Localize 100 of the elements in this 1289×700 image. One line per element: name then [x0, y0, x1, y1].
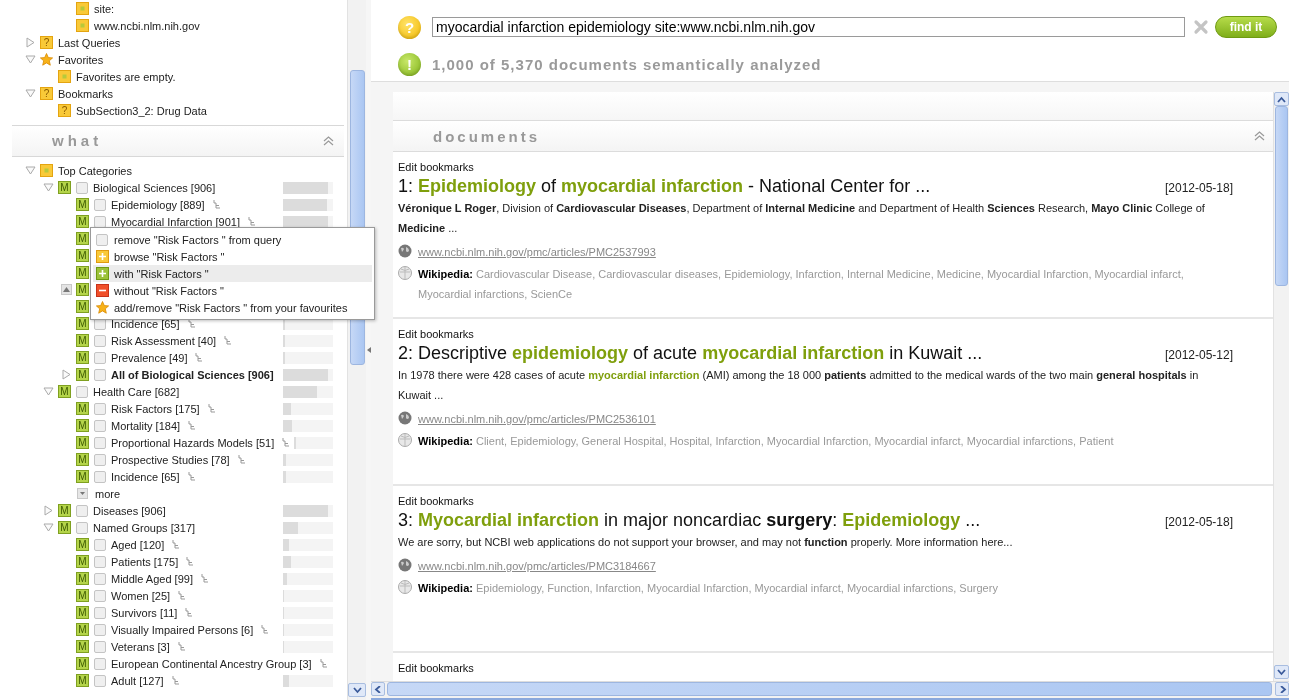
branch-icon[interactable]	[200, 574, 209, 583]
tree-item-label[interactable]: Aged [120]	[111, 538, 165, 551]
tree-item-label[interactable]: Mortality [184]	[111, 419, 181, 432]
edit-bookmarks-link[interactable]: Edit bookmarks	[398, 327, 474, 341]
checkbox[interactable]	[94, 215, 106, 228]
checkbox[interactable]	[94, 589, 106, 602]
branch-icon[interactable]	[207, 404, 216, 413]
checkbox[interactable]	[94, 674, 106, 687]
caret-right-icon[interactable]	[60, 369, 72, 380]
checkbox[interactable]	[94, 657, 106, 670]
result-url[interactable]: www.ncbi.nlm.nih.gov/pmc/articles/PMC2536101	[418, 409, 656, 429]
tree-item-label[interactable]: Survivors [11]	[111, 606, 178, 619]
checkbox[interactable]	[94, 351, 106, 364]
checkbox[interactable]	[94, 436, 106, 449]
collapse-icon[interactable]	[323, 135, 334, 146]
checkbox[interactable]	[94, 368, 106, 381]
branch-icon[interactable]	[187, 472, 196, 481]
branch-icon[interactable]	[212, 200, 221, 209]
tree-item-label[interactable]: Top Categories	[58, 164, 132, 177]
caret-down-icon[interactable]	[42, 182, 54, 193]
result-title[interactable]: 3: Myocardial infarction in major noncardiac surgery: Epidemiology ...	[398, 509, 981, 531]
menu-item[interactable]: browse "Risk Factors "	[93, 248, 372, 265]
result-url[interactable]: www.ncbi.nlm.nih.gov/pmc/articles/PMC3184667	[418, 556, 656, 576]
checkbox[interactable]	[94, 419, 106, 432]
branch-icon[interactable]	[237, 455, 246, 464]
tree-item-label[interactable]: Biological Sciences [906]	[93, 181, 216, 194]
branch-icon[interactable]	[319, 659, 328, 668]
tree-item-label[interactable]: Middle Aged [99]	[111, 572, 193, 585]
checkbox[interactable]	[94, 623, 106, 636]
checkbox[interactable]	[94, 572, 106, 585]
tree-item-label[interactable]: Favorites are empty.	[76, 70, 176, 83]
edit-bookmarks-link[interactable]: Edit bookmarks	[398, 661, 474, 675]
checkbox[interactable]	[94, 453, 106, 466]
edit-bookmarks-link[interactable]: Edit bookmarks	[398, 160, 474, 174]
branch-icon[interactable]	[261, 625, 270, 634]
scroll-down-button[interactable]	[348, 683, 366, 697]
checkbox[interactable]	[94, 606, 106, 619]
menu-item[interactable]: add/remove "Risk Factors " from your favourites	[93, 299, 372, 316]
caret-down-icon[interactable]	[24, 165, 36, 176]
clear-icon[interactable]	[1193, 19, 1209, 35]
result-url[interactable]: www.ncbi.nlm.nih.gov/pmc/articles/PMC2537993	[418, 242, 656, 262]
tree-item-label[interactable]: Epidemiology [889]	[111, 198, 205, 211]
tree-item-label[interactable]: Proportional Hazards Models [51]	[111, 436, 275, 449]
tree-item-label[interactable]: Risk Assessment [40]	[111, 334, 217, 347]
menu-item[interactable]: with "Risk Factors "	[93, 265, 372, 282]
tree-item-label[interactable]: Risk Factors [175]	[111, 402, 200, 415]
scroll-thumb[interactable]	[387, 682, 1272, 696]
branch-icon[interactable]	[187, 319, 196, 328]
menu-item[interactable]: without "Risk Factors "	[93, 282, 372, 299]
caret-right-icon[interactable]	[42, 505, 54, 516]
chevron-down-icon[interactable]	[352, 686, 362, 694]
caret-down-icon[interactable]	[42, 522, 54, 533]
tree-item-label[interactable]: Bookmarks	[58, 87, 114, 100]
menu-item[interactable]: remove "Risk Factors " from query	[93, 231, 372, 248]
tree-item-label[interactable]: Incidence [65]	[111, 470, 180, 483]
branch-icon[interactable]	[178, 591, 187, 600]
collapse-button[interactable]	[60, 284, 72, 295]
branch-icon[interactable]	[171, 676, 180, 685]
checkbox[interactable]	[94, 198, 106, 211]
checkbox[interactable]	[94, 334, 106, 347]
tree-item-label[interactable]: www.ncbi.nlm.nih.gov	[94, 19, 200, 32]
branch-icon[interactable]	[186, 557, 195, 566]
checkbox[interactable]	[94, 640, 106, 653]
scroll-thumb[interactable]	[1275, 106, 1288, 286]
tree-item-label[interactable]: All of Biological Sciences [906]	[111, 368, 274, 381]
tree-item-label[interactable]: SubSection3_2: Drug Data	[76, 104, 207, 117]
tree-item-label[interactable]: more	[95, 487, 121, 500]
collapse-icon[interactable]	[1254, 131, 1266, 141]
branch-icon[interactable]	[185, 608, 194, 617]
tree-item-label[interactable]: Patients [175]	[111, 555, 179, 568]
caret-down-icon[interactable]	[24, 88, 36, 99]
branch-icon[interactable]	[188, 421, 197, 430]
tree-item-label[interactable]: site:	[94, 2, 115, 15]
branch-icon[interactable]	[224, 336, 233, 345]
branch-icon[interactable]	[172, 540, 181, 549]
checkbox[interactable]	[76, 385, 88, 398]
tree-item-label[interactable]: Diseases [906]	[93, 504, 166, 517]
scrollbar[interactable]	[1273, 92, 1289, 681]
tree-item-label[interactable]: Incidence [65]	[111, 317, 180, 330]
caret-right-icon[interactable]	[24, 37, 36, 48]
search-field[interactable]: myocardial infarction epidemiology site:www.ncbi.nlm.nih.gov	[432, 17, 1185, 37]
branch-icon[interactable]	[195, 353, 204, 362]
tree-item-label[interactable]: Named Groups [317]	[93, 521, 196, 534]
tree-item-label[interactable]: Last Queries	[58, 36, 121, 49]
branch-icon[interactable]	[177, 642, 186, 651]
tree-item-label[interactable]: Favorites	[58, 53, 104, 66]
tree-item-label[interactable]: Prospective Studies [78]	[111, 453, 230, 466]
horizontal-scrollbar[interactable]	[371, 681, 1289, 700]
tree-item-label[interactable]: Prevalence [49]	[111, 351, 188, 364]
result-title[interactable]: 2: Descriptive epidemiology of acute myocardial infarction in Kuwait ...	[398, 342, 983, 364]
checkbox[interactable]	[94, 470, 106, 483]
tree-item-label[interactable]: Health Care [682]	[93, 385, 180, 398]
checkbox[interactable]	[76, 504, 88, 517]
tree-item-label[interactable]: Veterans [3]	[111, 640, 170, 653]
checkbox[interactable]	[94, 555, 106, 568]
branch-icon[interactable]	[248, 217, 256, 226]
checkbox[interactable]	[76, 181, 88, 194]
result-title[interactable]: 1: Epidemiology of myocardial infarction - National Center for ...	[398, 175, 931, 197]
branch-icon[interactable]	[282, 438, 291, 447]
caret-down-icon[interactable]	[42, 386, 54, 397]
